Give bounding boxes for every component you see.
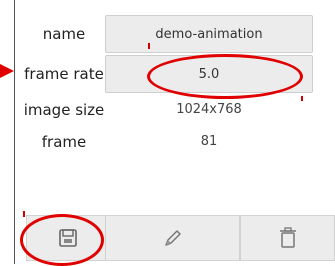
- trash-icon: [279, 227, 296, 248]
- name-row: name demo-animation: [15, 12, 335, 56]
- name-field-button[interactable]: demo-animation: [105, 15, 313, 53]
- annotation-arrow-icon: [0, 64, 14, 78]
- frame-row: frame 81: [15, 120, 335, 164]
- frame-value: 81: [200, 134, 218, 149]
- save-highlight-ellipse: [20, 214, 104, 266]
- name-label: name: [42, 25, 86, 43]
- delete-button[interactable]: [240, 215, 335, 261]
- frame-label: frame: [41, 133, 87, 151]
- pencil-icon: [164, 230, 181, 246]
- edit-button[interactable]: [105, 215, 240, 261]
- red-tick-mark: [301, 96, 303, 101]
- red-tick-mark: [148, 43, 150, 49]
- frame-rate-highlight-ellipse: [147, 54, 303, 99]
